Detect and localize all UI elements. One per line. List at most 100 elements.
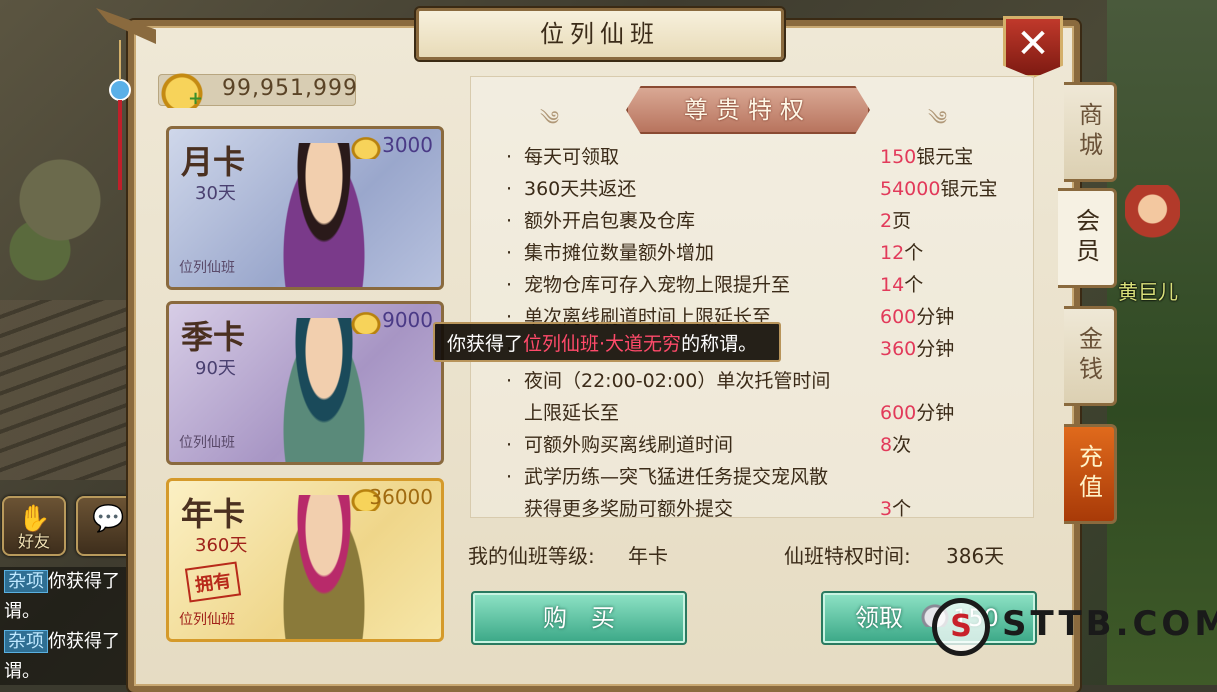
privilege-title: 尊贵特权 [626, 86, 870, 134]
add-currency-icon[interactable]: + [188, 88, 203, 109]
card-days: 90天 [195, 358, 236, 379]
claim-label: 领取 [855, 604, 903, 632]
card-character-portrait [279, 318, 369, 462]
privilege-number: 14 [880, 274, 905, 296]
card-character-portrait [279, 495, 369, 639]
owned-stamp: 拥有 [184, 561, 242, 603]
bullet-icon: · [506, 210, 513, 232]
bullet-icon: · [506, 274, 513, 296]
card-name: 月卡 [181, 143, 246, 181]
close-icon: ✕ [1016, 21, 1050, 67]
bullet-icon: · [506, 370, 513, 392]
privilege-value: 54000银元宝 [880, 174, 997, 204]
card-footer: 位列仙班 [179, 612, 235, 628]
privilege-unit: 分钟 [916, 338, 955, 360]
title-earned-tooltip: 你获得了位列仙班·大道无穷的称谓。 [433, 322, 781, 362]
privilege-row: 上限延长至 600分钟 [506, 398, 1026, 428]
privilege-text: 夜间（22:00-02:00）单次托管时间 [524, 370, 831, 392]
bullet-icon: · [506, 146, 513, 168]
month-card[interactable]: 月卡 30天 3000 位列仙班 [166, 126, 444, 290]
card-price: 36000 [369, 485, 433, 509]
privilege-unit: 个 [904, 274, 924, 296]
card-character-portrait [279, 143, 369, 287]
tab-shop[interactable]: 商城 [1064, 82, 1117, 182]
privilege-text: 宠物仓库可存入宠物上限提升至 [524, 274, 791, 296]
privilege-value: 14个 [880, 270, 923, 300]
privilege-value: 12个 [880, 238, 923, 268]
chat-bubble-icon: 💬 [92, 504, 125, 534]
privilege-number: 360 [880, 338, 917, 360]
tab-money[interactable]: 金钱 [1064, 306, 1117, 406]
privilege-text: 额外开启包裹及仓库 [524, 210, 696, 232]
bullet-icon: · [506, 242, 513, 264]
card-footer: 位列仙班 [179, 435, 235, 451]
chat-line: 杂项 你获得了 [0, 627, 132, 657]
privilege-unit: 次 [892, 434, 912, 456]
currency-value: 99,951,999 [222, 76, 358, 101]
watermark-text: STTB.COM [1002, 604, 1217, 644]
privilege-value: 150银元宝 [880, 142, 973, 172]
card-name: 年卡 [181, 495, 246, 533]
watermark-logo-icon: S [932, 598, 990, 656]
privilege-value: 2页 [880, 206, 911, 236]
year-card[interactable]: 年卡 360天 拥有 36000 位列仙班 [166, 478, 444, 642]
privilege-unit: 个 [892, 498, 912, 520]
card-days: 360天 [195, 535, 248, 556]
friends-label: 好友 [17, 532, 50, 551]
gold-ingot-icon [349, 310, 383, 334]
npc-name: 黄巨儿 [1118, 280, 1178, 304]
background-stairs [0, 300, 130, 480]
friends-button[interactable]: ✋ 好友 [2, 496, 66, 556]
privilege-row: · 额外开启包裹及仓库 2页 [506, 206, 1026, 236]
season-card[interactable]: 季卡 90天 9000 位列仙班 [166, 301, 444, 465]
privilege-row: · 360天共返还 54000银元宝 [506, 174, 1026, 204]
npc-figure[interactable] [1125, 185, 1180, 265]
chat-log[interactable]: 杂项 你获得了 谓。 杂项 你获得了 谓。 [0, 567, 132, 685]
privilege-row: · 宠物仓库可存入宠物上限提升至 14个 [506, 270, 1026, 300]
card-name: 季卡 [181, 318, 246, 356]
privilege-value: 600分钟 [880, 302, 954, 332]
tab-membership[interactable]: 会员 [1058, 188, 1117, 288]
buy-button[interactable]: 购 买 [471, 591, 687, 645]
privilege-row: 获得更多奖励可额外提交 3个 [506, 494, 1026, 524]
level-label: 我的仙班等级: [468, 544, 595, 568]
close-button[interactable]: ✕ [1003, 16, 1063, 78]
privilege-text: 获得更多奖励可额外提交 [524, 498, 734, 520]
chat-line: 谓。 [4, 601, 40, 622]
privilege-unit: 分钟 [916, 402, 955, 424]
privilege-number: 600 [880, 306, 917, 328]
privilege-text: 每天可领取 [524, 146, 620, 168]
card-price: 3000 [382, 133, 433, 157]
privilege-text: 360天共返还 [524, 178, 637, 200]
tab-recharge[interactable]: 充值 [1064, 424, 1117, 524]
watermark: S STTB.COM [932, 598, 1217, 668]
privilege-unit: 分钟 [916, 306, 955, 328]
privilege-unit: 页 [892, 210, 912, 232]
privilege-number: 3 [880, 498, 893, 520]
privilege-text: 集市摊位数量额外增加 [524, 242, 715, 264]
chat-tag: 杂项 [4, 630, 48, 653]
tooltip-highlight: 位列仙班·大道无穷 [523, 333, 682, 355]
card-price: 9000 [382, 308, 433, 332]
privilege-number: 8 [880, 434, 893, 456]
privilege-text: 可额外购买离线刷道时间 [524, 434, 734, 456]
chat-line: 谓。 [4, 661, 40, 682]
privilege-text: 武学历练—突飞猛进任务提交宠风散 [524, 466, 829, 488]
chat-tag: 杂项 [4, 570, 48, 593]
privilege-unit: 银元宝 [940, 178, 998, 200]
background-foliage [1107, 0, 1217, 685]
bullet-icon: · [506, 178, 513, 200]
privilege-row: · 夜间（22:00-02:00）单次托管时间 [506, 366, 1026, 396]
card-footer: 位列仙班 [179, 260, 235, 276]
time-label: 仙班特权时间: [784, 544, 911, 568]
privilege-number: 2 [880, 210, 893, 232]
privilege-value: 360分钟 [880, 334, 954, 364]
privilege-value: 3个 [880, 494, 911, 524]
privilege-row: · 集市摊位数量额外增加 12个 [506, 238, 1026, 268]
privilege-number: 150 [880, 146, 917, 168]
privilege-unit: 个 [904, 242, 924, 264]
privilege-row: · 武学历练—突飞猛进任务提交宠风散 [506, 462, 1026, 492]
privilege-value: 600分钟 [880, 398, 954, 428]
bullet-icon: · [506, 466, 513, 488]
privilege-number: 54000 [880, 178, 941, 200]
